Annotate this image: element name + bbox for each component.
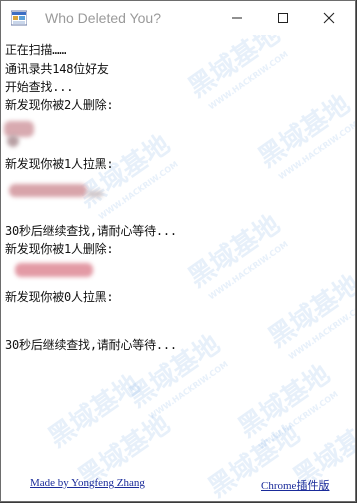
redacted-contact [15,263,93,277]
author-link[interactable]: Made by Yongfeng Zhang [30,477,145,489]
watermark-text: 黑域基地 [263,269,356,354]
redacted-contact [4,121,34,137]
app-window: 黑域基地 WWW.HACKRIW.COM 黑域基地 WWW.HACKRIW.CO… [0,0,356,502]
watermark-url: WWW.HACKRIW.COM [206,49,290,112]
watermark-text: 黑域基地 [43,369,146,454]
log-line: 30秒后继续查找,请耐心等待... [5,224,177,238]
log-line: 通讯录共148位好友 [5,62,109,76]
watermark-url: WWW.HACKRIW.COM [256,389,340,452]
close-icon [323,12,335,24]
redacted-contact [87,191,103,197]
log-line: 开始查找... [5,80,74,94]
watermark-url: WWW.HACKRIW.COM [286,299,356,362]
log-line: 新发现你被0人拉黑: [5,290,114,304]
window-title: Who Deleted You? [45,10,161,26]
minimize-button[interactable] [214,1,260,35]
watermark-text: 黑域基地 [233,359,336,444]
watermark-url: WWW.HACKRIW.COM [276,119,356,182]
log-line: 正在扫描…… [5,43,67,57]
redacted-contact [9,184,87,197]
log-line: 新发现你被2人删除: [5,98,114,112]
chrome-extension-link[interactable]: Chrome插件版 [261,477,329,493]
maximize-icon [278,13,288,23]
maximize-button[interactable] [260,1,306,35]
log-line: 新发现你被1人删除: [5,242,114,256]
log-line: 30秒后继续查找,请耐心等待... [5,338,177,352]
redacted-contact [7,135,19,147]
watermark-url: WWW.HACKRIW.COM [146,359,230,422]
title-bar[interactable]: Who Deleted You? [1,1,355,35]
log-line: 新发现你被1人拉黑: [5,157,114,171]
watermark-text: 黑域基地 [253,89,356,174]
watermark-text: 黑域基地 [183,209,286,294]
close-button[interactable] [306,1,352,35]
watermark-url: WWW.HACKRIW.COM [206,239,290,302]
app-icon [11,10,27,26]
minimize-icon [232,17,242,19]
